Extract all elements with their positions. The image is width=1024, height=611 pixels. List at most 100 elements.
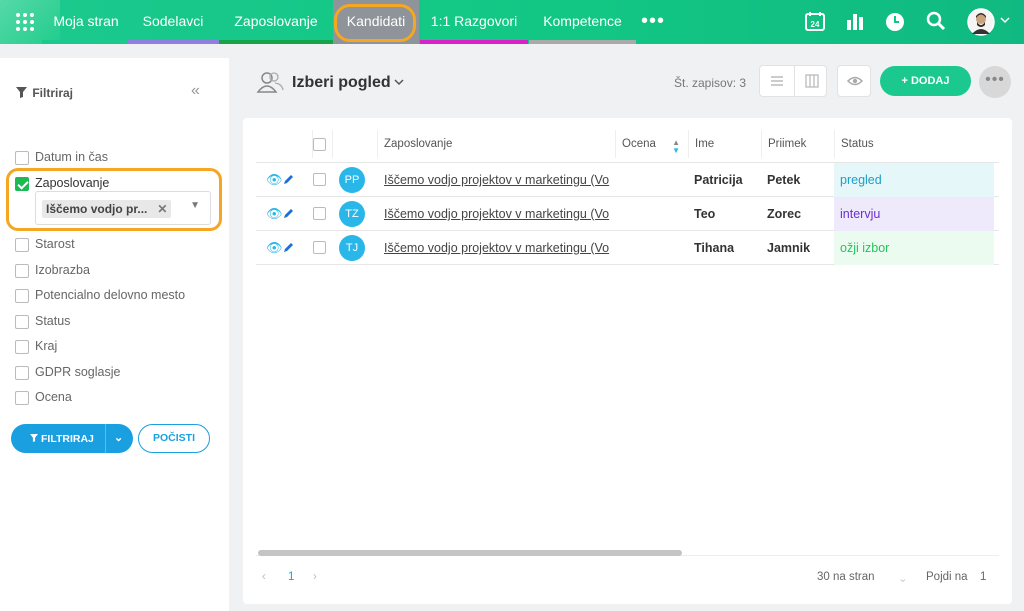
view-toggle: [759, 65, 827, 97]
funnel-icon: [16, 87, 27, 98]
user-avatar[interactable]: [967, 8, 997, 38]
list-view-icon[interactable]: [760, 66, 794, 96]
nav-item-underline: [127, 40, 219, 44]
status-badge: ožji izbor: [834, 231, 994, 265]
edit-pencil-icon[interactable]: [283, 231, 294, 265]
prev-page-icon[interactable]: ‹: [262, 571, 266, 583]
edit-pencil-icon[interactable]: [283, 197, 294, 231]
goto-label: Pojdi na: [926, 571, 968, 583]
nav-item-sodelavci[interactable]: Sodelavci: [127, 0, 219, 44]
filter-sidebar: Filtriraj « Datum in čas Zaposlovanje Star…: [0, 58, 229, 611]
horizontal-scrollbar[interactable]: [258, 550, 682, 556]
col-ime[interactable]: Ime: [688, 130, 761, 158]
filter-checkbox[interactable]: [15, 238, 29, 252]
nav-item-label: Kompetence: [543, 13, 622, 29]
filter-checkbox[interactable]: [15, 366, 29, 380]
apps-grid-icon[interactable]: [16, 13, 34, 31]
remove-chip-icon[interactable]: ✕: [157, 202, 167, 216]
nav-item-label: Zaposlovanje: [234, 13, 318, 29]
nav-item-underline: [529, 40, 636, 44]
eye-icon[interactable]: [837, 65, 871, 97]
col-ocena[interactable]: Ocena ▲ ▼: [615, 130, 688, 158]
row-checkbox[interactable]: [313, 173, 326, 186]
filter-label: Ocena: [35, 390, 72, 404]
nav-more-button[interactable]: •••: [641, 11, 665, 31]
nav-item-underline: [219, 40, 333, 44]
more-options-button[interactable]: •••: [979, 66, 1011, 98]
clock-icon[interactable]: [884, 10, 908, 34]
last-name: Jamnik: [767, 241, 811, 255]
avatar[interactable]: TZ: [339, 201, 365, 227]
filter-checkbox[interactable]: [15, 289, 29, 303]
per-page-chevron-icon[interactable]: ⌄: [898, 571, 908, 585]
add-button-label: DODAJ: [910, 75, 950, 87]
row-checkbox[interactable]: [313, 207, 326, 220]
column-view-icon[interactable]: [794, 66, 828, 96]
nav-item-moja-stran[interactable]: Moja stran: [42, 0, 130, 44]
selected-chip: Iščemo vodjo pr... ✕: [42, 200, 172, 218]
edit-pencil-icon[interactable]: [283, 163, 294, 197]
filter-checkbox[interactable]: [15, 340, 29, 354]
per-page-select[interactable]: 30 na stran: [817, 571, 875, 583]
filter-button-label: FILTRIRAJ: [30, 433, 94, 445]
caret-down-icon[interactable]: ▼: [190, 200, 200, 211]
filter-checkbox[interactable]: [15, 151, 29, 165]
job-link[interactable]: Iščemo vodjo projektov v marketingu (Vo: [384, 231, 610, 265]
first-name: Teo: [694, 207, 716, 221]
people-icon: [255, 70, 285, 101]
last-name: Petek: [767, 173, 801, 187]
col-status[interactable]: Status: [834, 130, 994, 158]
reports-icon[interactable]: [844, 10, 868, 34]
chevron-down-icon[interactable]: [999, 14, 1011, 26]
job-link[interactable]: Iščemo vodjo projektov v marketingu (Vo: [384, 197, 610, 231]
view-title[interactable]: Izberi pogled: [292, 74, 391, 92]
col-priimek[interactable]: Priimek: [761, 130, 834, 158]
clear-button[interactable]: POČISTI: [138, 424, 210, 453]
nav-item-label: Moja stran: [53, 13, 119, 29]
search-icon[interactable]: [925, 10, 949, 34]
filter-checkbox[interactable]: [15, 264, 29, 278]
avatar[interactable]: TJ: [339, 235, 365, 261]
zaposlovanje-select[interactable]: Iščemo vodjo pr... ✕ ▼: [35, 191, 211, 225]
goto-input[interactable]: 1: [980, 571, 986, 583]
status-badge: pregled: [834, 163, 994, 197]
nav-item-label: 1:1 Razgovori: [430, 13, 518, 29]
filter-dropdown-chevron-icon[interactable]: ⌄: [114, 431, 123, 444]
plus-icon: +: [901, 75, 908, 87]
filter-button[interactable]: FILTRIRAJ ⌄: [11, 424, 133, 453]
add-button[interactable]: + DODAJ: [880, 66, 971, 96]
nav-item-kompetence[interactable]: Kompetence: [529, 0, 636, 44]
eye-icon[interactable]: 👁: [266, 163, 283, 197]
status-badge: intervju: [834, 197, 994, 231]
svg-text:24: 24: [811, 20, 820, 29]
select-all-checkbox[interactable]: [313, 130, 333, 158]
last-name: Zorec: [767, 207, 802, 221]
table-row[interactable]: 👁 PP Iščemo vodjo projektov v marketingu (…: [256, 163, 999, 197]
row-checkbox[interactable]: [313, 241, 326, 254]
filter-title-label: Filtriraj: [32, 86, 74, 100]
nav-item-zaposlovanje[interactable]: Zaposlovanje: [219, 0, 333, 44]
nav-item-label: Sodelavci: [142, 13, 204, 29]
table-row[interactable]: 👁 TJ Iščemo vodjo projektov v marketingu (…: [256, 231, 999, 265]
avatar[interactable]: PP: [339, 167, 365, 193]
nav-item-underline: [42, 40, 130, 44]
next-page-icon[interactable]: ›: [313, 571, 317, 583]
current-page[interactable]: 1: [288, 571, 294, 583]
eye-icon[interactable]: 👁: [266, 231, 283, 265]
collapse-sidebar-icon[interactable]: «: [191, 82, 200, 100]
chevron-down-icon[interactable]: [393, 76, 405, 91]
sort-icon[interactable]: ▲ ▼: [672, 139, 680, 155]
filter-label: Status: [35, 314, 71, 328]
calendar-icon[interactable]: 24: [804, 10, 828, 34]
job-link[interactable]: Iščemo vodjo projektov v marketingu (Vo: [384, 163, 610, 197]
funnel-icon: [30, 434, 38, 442]
first-name: Patricija: [694, 173, 743, 187]
filter-checkbox[interactable]: [15, 315, 29, 329]
filter-label: Starost: [35, 237, 75, 251]
eye-icon[interactable]: 👁: [266, 197, 283, 231]
col-zaposlovanje[interactable]: Zaposlovanje: [377, 130, 615, 158]
candidates-table: Zaposlovanje Ocena ▲ ▼ Ime Priimek Status…: [243, 118, 1012, 604]
filter-checkbox[interactable]: [15, 391, 29, 405]
table-row[interactable]: 👁 TZ Iščemo vodjo projektov v marketingu (…: [256, 197, 999, 231]
nav-item-1-1-razgovori[interactable]: 1:1 Razgovori: [420, 0, 528, 44]
